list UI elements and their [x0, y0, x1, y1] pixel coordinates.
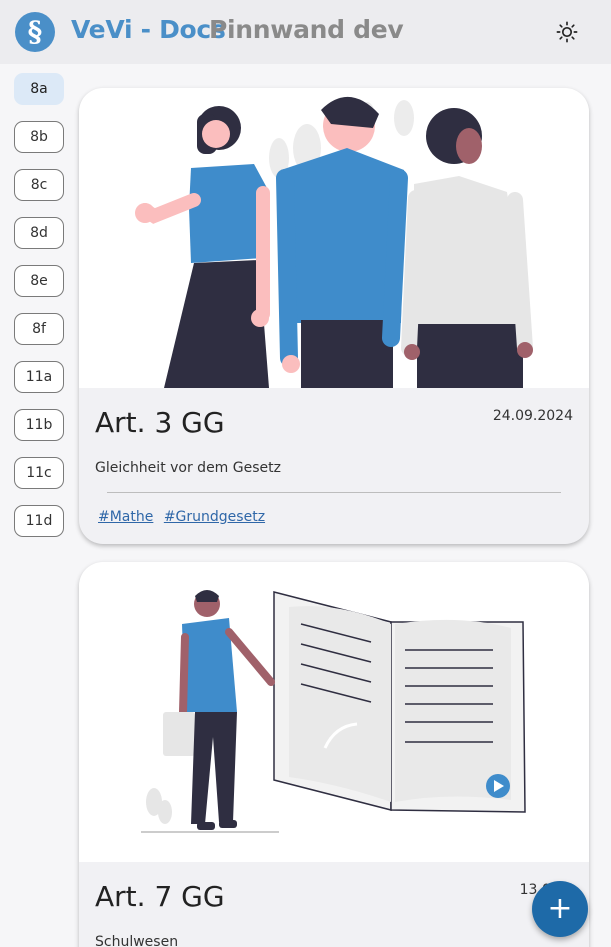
sun-icon	[556, 21, 578, 43]
post-card[interactable]: Art. 3 GG 24.09.2024 Gleichheit vor dem …	[79, 88, 589, 544]
post-date: 24.09.2024	[492, 408, 573, 424]
class-chip-8b[interactable]: 8b	[14, 121, 64, 153]
tag-link-grundgesetz[interactable]: #Grundgesetz	[164, 509, 265, 525]
paragraph-icon: §	[27, 15, 43, 48]
class-chip-11c[interactable]: 11c	[14, 457, 64, 489]
class-chip-11a[interactable]: 11a	[14, 361, 64, 393]
tag-link-mathe[interactable]: #Mathe	[98, 509, 153, 525]
post-card[interactable]: Art. 7 GG 13.09.2 Schulwesen	[79, 562, 589, 947]
class-chip-8d[interactable]: 8d	[14, 217, 64, 249]
class-chip-11b[interactable]: 11b	[14, 409, 64, 441]
book-illustration	[141, 590, 526, 833]
post-illustration	[79, 88, 589, 388]
app-title: VeVi - Docs	[71, 15, 226, 44]
post-title: Art. 3 GG	[95, 406, 225, 439]
post-description: Gleichheit vor dem Gesetz	[95, 460, 281, 476]
post-title: Art. 7 GG	[95, 880, 225, 913]
divider	[107, 492, 561, 493]
class-chip-8f[interactable]: 8f	[14, 313, 64, 345]
theme-toggle-button[interactable]	[551, 16, 583, 48]
class-chip-8e[interactable]: 8e	[14, 265, 64, 297]
post-tags: #Mathe #Grundgesetz	[98, 509, 271, 525]
class-chip-11d[interactable]: 11d	[14, 505, 64, 537]
post-description: Schulwesen	[95, 934, 179, 947]
top-bar: § VeVi - Docs Pinnwand dev	[0, 0, 611, 64]
class-chip-8c[interactable]: 8c	[14, 169, 64, 201]
post-illustration	[79, 562, 589, 862]
app-logo[interactable]: §	[15, 12, 55, 52]
board-title: Pinnwand dev	[209, 15, 404, 44]
people-illustration	[135, 96, 533, 388]
class-chip-8a[interactable]: 8a	[14, 73, 64, 105]
plus-icon: +	[547, 891, 573, 926]
add-post-button[interactable]: +	[532, 881, 588, 937]
